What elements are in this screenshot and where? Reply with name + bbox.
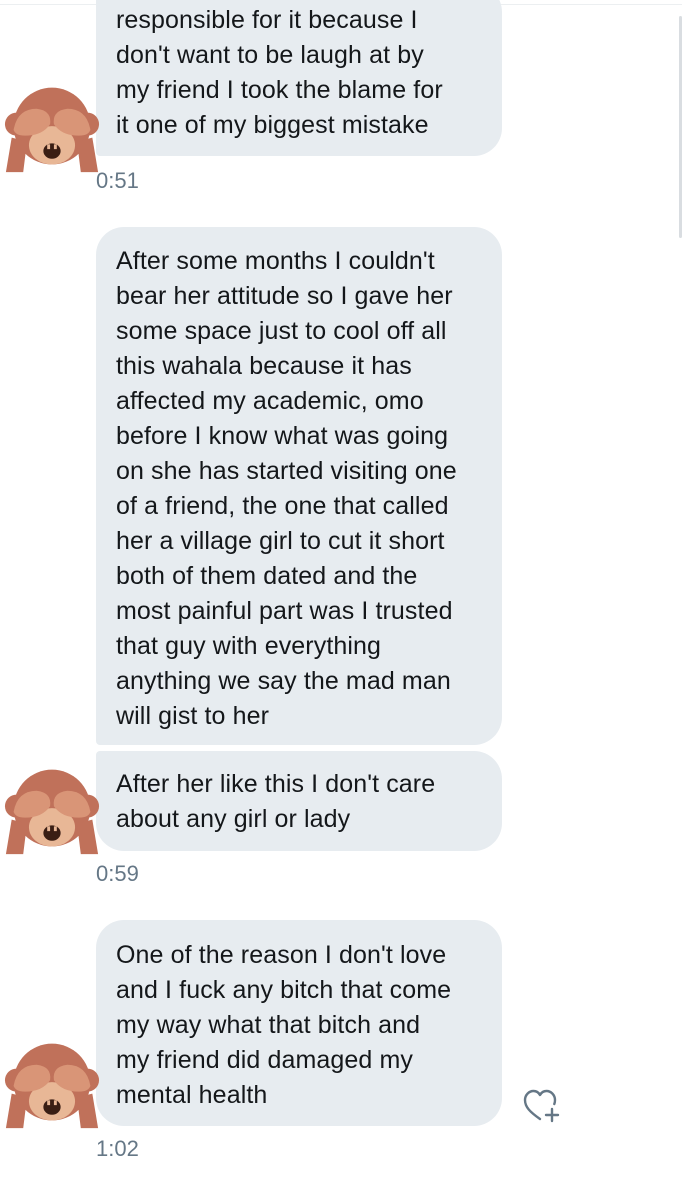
heart-plus-icon[interactable] xyxy=(522,1088,562,1124)
message-bubble[interactable]: After some months I couldn't bear her at… xyxy=(96,227,502,745)
message-bubble[interactable]: One of the reason I don't love and I fuc… xyxy=(96,920,502,1126)
see-no-evil-monkey-icon[interactable] xyxy=(4,80,100,176)
message-timestamp: 0:59 xyxy=(96,861,139,886)
message-timestamp: 0:51 xyxy=(96,168,139,193)
see-no-evil-monkey-icon[interactable] xyxy=(4,762,100,858)
see-no-evil-monkey-icon[interactable] xyxy=(4,1036,100,1132)
message-bubble[interactable]: After her like this I don't care about a… xyxy=(96,751,502,851)
message-timestamp: 1:02 xyxy=(96,1136,139,1161)
message-bubble[interactable]: responsible for it because I don't want … xyxy=(96,0,502,156)
